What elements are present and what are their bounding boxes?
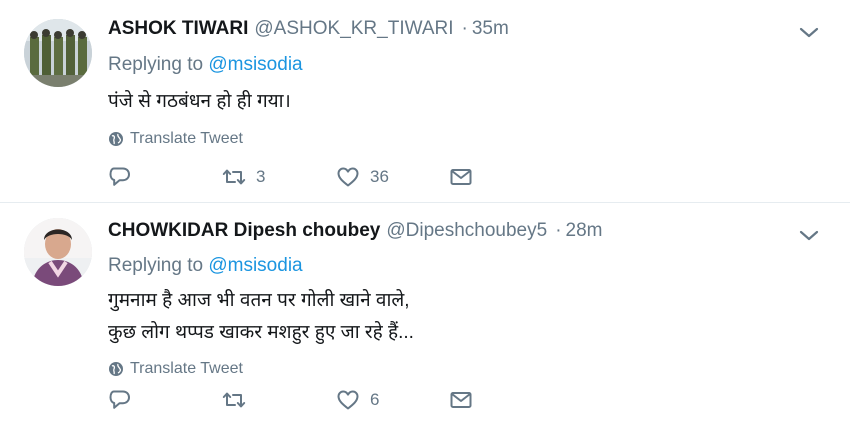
like-button[interactable]: 6 [336,388,449,412]
translate-label: Translate Tweet [130,130,243,147]
tweet-text-line: कुछ लोग थप्पड खाकर मशहुर हुए जा रहे हैं.… [108,322,414,343]
tweet[interactable]: CHOWKIDAR Dipesh choubey @Dipeshchoubey5… [0,203,850,433]
like-count: 6 [370,390,380,409]
translate-tweet-link[interactable]: Translate Tweet [108,359,830,379]
direct-message-button[interactable] [449,388,473,412]
display-name[interactable]: CHOWKIDAR Dipesh choubey [108,220,380,242]
tweet-actions: 6 [108,387,473,413]
avatar-image [24,19,92,87]
tweet-text-line: गुमनाम है आज भी वतन पर गोली खाने वाले, [108,290,410,311]
reply-icon [109,390,130,409]
retweet-icon [222,169,246,185]
direct-message-button[interactable] [449,165,473,189]
tweet-text-line: पंजे से गठबंधन हो ही गया। [108,91,291,112]
replying-to: Replying to @msisodia [108,54,830,80]
timestamp[interactable]: 28m [566,220,603,242]
display-name[interactable]: ASHOK TIWARI [108,18,248,40]
reply-button[interactable] [108,165,222,189]
like-count: 36 [370,167,389,186]
globe-icon [109,362,123,376]
envelope-icon [450,169,472,185]
globe-icon [109,132,123,146]
like-button[interactable]: 36 [336,165,449,189]
tweet-text: पंजे से गठबंधन हो ही गया। [108,88,830,116]
reply-button[interactable] [108,388,222,412]
tweet-feed: ASHOK TIWARI @ASHOK_KR_TIWARI · 35m Repl… [0,0,850,433]
mention-link[interactable]: @msisodia [208,255,302,276]
heart-icon [337,390,359,410]
avatar[interactable] [24,19,92,87]
translate-label: Translate Tweet [130,360,243,377]
user-handle[interactable]: @Dipeshchoubey5 [386,220,547,242]
retweet-button[interactable] [222,388,336,412]
tweet-actions: 3 36 [108,164,473,190]
user-handle[interactable]: @ASHOK_KR_TIWARI [254,18,453,40]
avatar[interactable] [24,218,92,286]
chevron-down-icon[interactable] [798,24,820,40]
tweet-header: CHOWKIDAR Dipesh choubey @Dipeshchoubey5… [108,213,830,249]
reply-icon [109,167,130,186]
separator-dot: · [461,18,468,39]
replying-to: Replying to @msisodia [108,255,830,281]
tweet[interactable]: ASHOK TIWARI @ASHOK_KR_TIWARI · 35m Repl… [0,0,850,203]
retweet-count: 3 [256,167,266,186]
tweet-header: ASHOK TIWARI @ASHOK_KR_TIWARI · 35m [108,10,830,48]
heart-icon [337,167,359,187]
translate-tweet-link[interactable]: Translate Tweet [108,129,830,149]
envelope-icon [450,392,472,408]
tweet-text: गुमनाम है आज भी वतन पर गोली खाने वाले, क… [108,285,830,349]
avatar-image [24,218,92,286]
retweet-button[interactable]: 3 [222,165,336,189]
chevron-down-icon[interactable] [798,227,820,243]
mention-link[interactable]: @msisodia [208,54,302,75]
retweet-icon [222,392,246,408]
replying-to-label: Replying to [108,255,204,276]
timestamp[interactable]: 35m [472,18,509,40]
separator-dot: · [555,220,562,241]
replying-to-label: Replying to [108,54,204,75]
